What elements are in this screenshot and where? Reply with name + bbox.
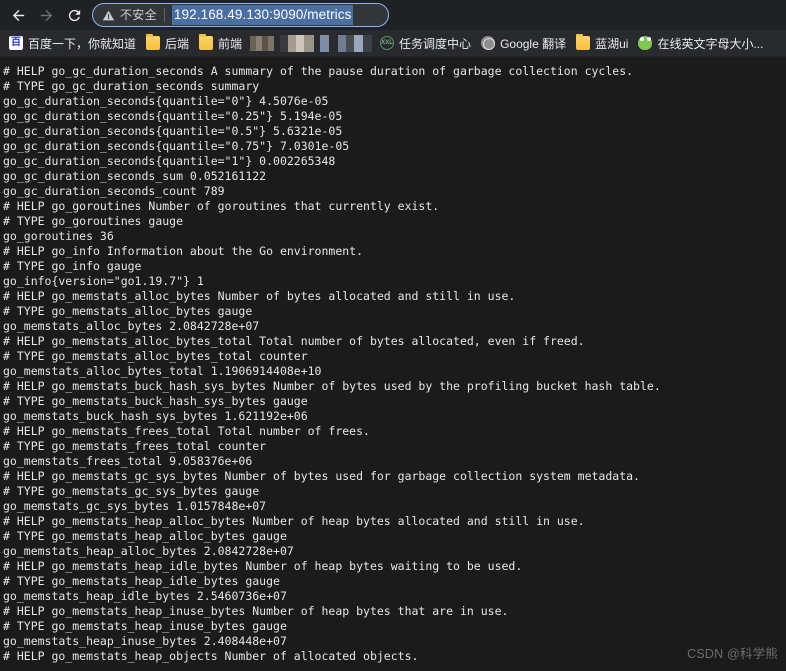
bookmark-label: Google 翻译: [500, 36, 567, 51]
bookmark-label: 任务调度中心: [399, 36, 472, 51]
bookmark-letter-case-tool[interactable]: 在线英文字母大小...: [633, 33, 768, 54]
google-icon: [481, 36, 496, 50]
bookmark-label: 百度一下，你就知道: [28, 36, 137, 51]
forward-button[interactable]: [32, 1, 60, 29]
bookmark-redacted-3[interactable]: [320, 34, 373, 52]
bookmark-label: 蓝湖ui: [595, 36, 629, 51]
bookmark-baidu[interactable]: 百 百度一下，你就知道: [4, 33, 141, 54]
baidu-icon: 百: [9, 36, 23, 50]
reload-button[interactable]: [60, 1, 88, 29]
warning-triangle-icon: [102, 9, 115, 22]
url-text[interactable]: 192.168.49.130:9090/metrics: [171, 5, 354, 25]
bookmark-xxl-job[interactable]: XXL 任务调度中心: [375, 33, 476, 54]
bookmark-redacted-2[interactable]: [280, 34, 315, 52]
xxl-icon: XXL: [380, 36, 395, 50]
forward-arrow-icon: [40, 9, 52, 21]
back-arrow-icon: [12, 9, 24, 21]
bookmark-google-translate[interactable]: Google 翻译: [476, 33, 571, 54]
bookmark-label: 后端: [165, 36, 190, 51]
address-bar[interactable]: 不安全 192.168.49.130:9090/metrics: [92, 3, 389, 27]
reload-icon: [68, 9, 80, 21]
folder-icon: [576, 34, 591, 50]
back-button[interactable]: [4, 1, 32, 29]
bookmarks-bar: 百 百度一下，你就知道 后端 前端 XXL 任务调度中心 Google 翻译 蓝…: [0, 30, 786, 57]
frog-icon: [638, 36, 653, 50]
folder-icon: [146, 34, 161, 50]
folder-icon: [199, 34, 214, 50]
metrics-text: # HELP go_gc_duration_seconds A summary …: [3, 64, 661, 663]
page-content: # HELP go_gc_duration_seconds A summary …: [0, 57, 786, 670]
omnibox-divider: [163, 8, 165, 22]
bookmark-label: 前端: [218, 36, 243, 51]
bookmark-frontend-folder[interactable]: 前端: [194, 33, 247, 54]
browser-toolbar: 不安全 192.168.49.130:9090/metrics: [0, 0, 786, 30]
browser-window: 不安全 192.168.49.130:9090/metrics 百 百度一下，你…: [0, 0, 786, 671]
bookmark-redacted-1[interactable]: [250, 35, 275, 51]
browser-chrome: 不安全 192.168.49.130:9090/metrics 百 百度一下，你…: [0, 0, 786, 57]
security-label: 不安全: [120, 8, 157, 22]
bookmark-backend-folder[interactable]: 后端: [141, 33, 194, 54]
bookmark-label: 在线英文字母大小...: [657, 36, 764, 51]
bookmark-lanhu-ui[interactable]: 蓝湖ui: [571, 33, 633, 54]
